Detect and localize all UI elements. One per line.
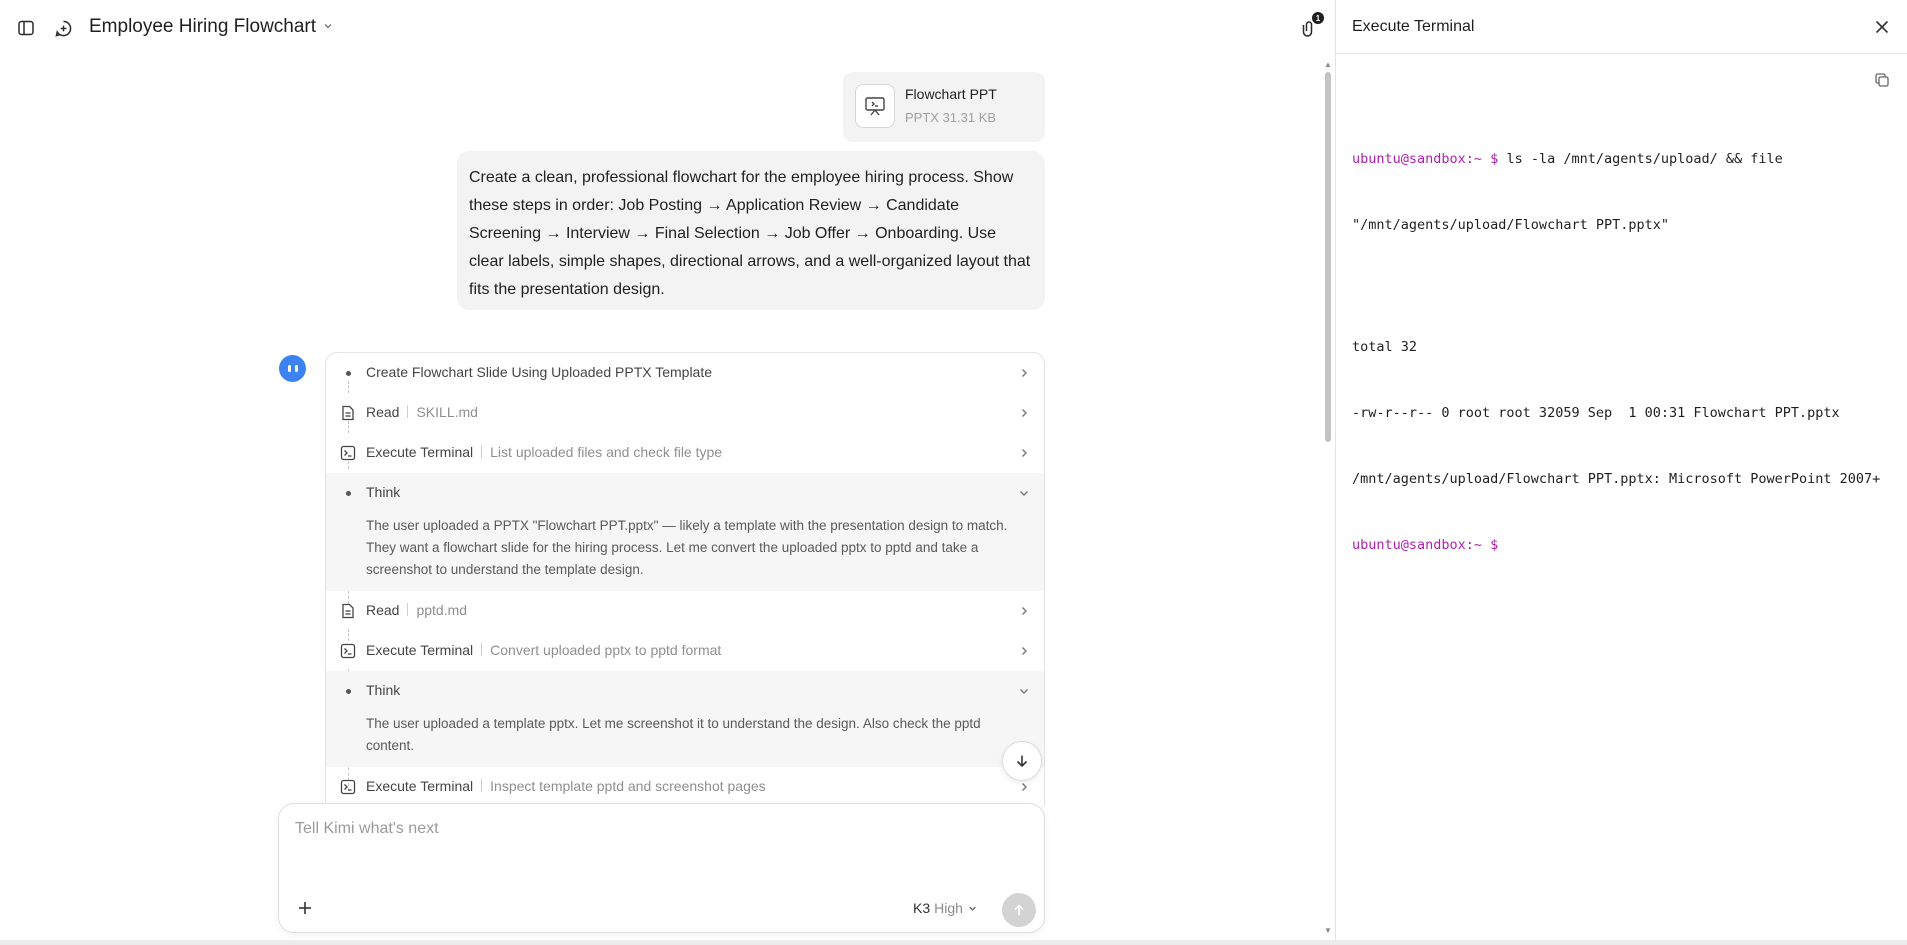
- top-bar: Employee Hiring Flowchart 1: [0, 0, 1335, 56]
- terminal-panel: Execute Terminal ubuntu@sandbox:~ $ ls -…: [1336, 0, 1907, 940]
- attachment-name: Flowchart PPT: [905, 86, 997, 102]
- step-label: Execute Terminal Inspect template pptd an…: [366, 778, 766, 794]
- chevron-right-icon: [1016, 603, 1032, 619]
- window-bottom-edge: [0, 940, 1907, 945]
- terminal-output: ubuntu@sandbox:~ $ ls -la /mnt/agents/up…: [1352, 104, 1892, 600]
- scroll-up-arrow-icon[interactable]: ▲: [1323, 60, 1333, 70]
- model-name: K3: [913, 900, 931, 916]
- terminal-icon: [340, 779, 356, 795]
- app-window: Employee Hiring Flowchart 1 Flowchart PP…: [0, 0, 1907, 940]
- attachment-card[interactable]: Flowchart PPT PPTX 31.31 KB: [843, 72, 1045, 142]
- terminal-output-line: total 32: [1352, 339, 1418, 355]
- step-label: Think: [366, 682, 401, 698]
- arrow-up-icon: [1014, 904, 1024, 916]
- think-text: The user uploaded a PPTX "Flowchart PPT.…: [366, 518, 1008, 577]
- step-item[interactable]: Execute Terminal Inspect template pptd an…: [326, 767, 1044, 806]
- chat-pane: Employee Hiring Flowchart 1 Flowchart PP…: [0, 0, 1335, 940]
- scroll-down-arrow-icon[interactable]: ▼: [1323, 926, 1333, 936]
- copy-icon: [1875, 73, 1889, 87]
- arrow-down-icon: [1016, 755, 1028, 768]
- think-step-expanded[interactable]: Think The user uploaded a PPTX "Flowchar…: [326, 473, 1044, 591]
- chevron-right-icon: [1016, 365, 1032, 381]
- terminal-output-line: -rw-r--r-- 0 root root 32059 Sep 1 00:31…: [1352, 405, 1840, 421]
- think-step-expanded[interactable]: Think The user uploaded a template pptx.…: [326, 671, 1044, 767]
- step-item[interactable]: Create Flowchart Slide Using Uploaded PP…: [326, 353, 1044, 393]
- terminal-command-continuation: "/mnt/agents/upload/Flowchart PPT.pptx": [1352, 217, 1669, 233]
- add-attachment-button[interactable]: [293, 896, 317, 920]
- plus-icon: [299, 902, 311, 914]
- attachment-meta: PPTX 31.31 KB: [905, 110, 997, 125]
- send-button[interactable]: [1002, 893, 1036, 927]
- terminal-icon: [340, 643, 356, 659]
- step-label: Read pptd.md: [366, 602, 468, 618]
- model-mode: High: [934, 900, 963, 916]
- file-icon: [340, 603, 356, 619]
- terminal-output-line: /mnt/agents/upload/Flowchart PPT.pptx: M…: [1352, 471, 1881, 487]
- think-text: The user uploaded a template pptx. Let m…: [366, 716, 981, 753]
- step-item[interactable]: Execute Terminal Convert uploaded pptx to…: [326, 631, 1044, 671]
- scroll-to-bottom-button[interactable]: [1002, 741, 1042, 781]
- chevron-right-icon: [1016, 445, 1032, 461]
- step-label: Execute Terminal List uploaded files and …: [366, 444, 723, 460]
- chevron-right-icon: [1016, 643, 1032, 659]
- step-item[interactable]: Read pptd.md: [326, 591, 1044, 631]
- user-message: Create a clean, professional flowchart f…: [457, 151, 1045, 310]
- step-item[interactable]: Read SKILL.md: [326, 393, 1044, 433]
- copy-output-button[interactable]: [1872, 70, 1892, 90]
- chevron-down-icon: [322, 16, 334, 38]
- chat-title[interactable]: Employee Hiring Flowchart: [89, 16, 334, 38]
- step-label: Create Flowchart Slide Using Uploaded PP…: [366, 364, 713, 380]
- terminal-final-prompt: ubuntu@sandbox:~ $: [1352, 537, 1499, 553]
- model-selector[interactable]: K3 High: [913, 900, 978, 916]
- terminal-panel-title: Execute Terminal: [1352, 18, 1475, 35]
- terminal-panel-header: Execute Terminal: [1336, 0, 1907, 54]
- file-icon: [340, 405, 356, 421]
- presentation-file-icon: [855, 84, 895, 128]
- bullet-icon: [340, 683, 356, 699]
- sidebar-toggle-icon[interactable]: [12, 14, 40, 42]
- new-chat-icon[interactable]: [49, 14, 77, 42]
- step-label: Execute Terminal Convert uploaded pptx to…: [366, 642, 722, 658]
- chevron-down-icon: [1016, 683, 1032, 699]
- attachment-count-badge: 1: [1312, 12, 1324, 24]
- terminal-command-line: ubuntu@sandbox:~ $ ls -la /mnt/agents/up…: [1352, 151, 1783, 167]
- chevron-right-icon: [1016, 779, 1032, 795]
- bullet-icon: [340, 365, 356, 381]
- message-composer: K3 High: [278, 803, 1045, 933]
- step-label: Think: [366, 484, 401, 500]
- chevron-right-icon: [1016, 405, 1032, 421]
- close-icon: [1875, 20, 1889, 34]
- chevron-down-icon: [969, 906, 976, 911]
- chevron-down-icon: [1016, 485, 1032, 501]
- terminal-icon: [340, 445, 356, 461]
- message-input[interactable]: [295, 820, 1015, 838]
- chat-title-text: Employee Hiring Flowchart: [89, 16, 317, 37]
- chat-scrollbar-thumb[interactable]: [1325, 72, 1331, 442]
- step-label: Read SKILL.md: [366, 404, 478, 420]
- step-item[interactable]: Execute Terminal List uploaded files and …: [326, 433, 1044, 473]
- kimi-avatar: [279, 355, 306, 382]
- bullet-icon: [340, 485, 356, 501]
- close-panel-button[interactable]: [1872, 17, 1892, 37]
- agent-steps-card: Create Flowchart Slide Using Uploaded PP…: [325, 352, 1045, 806]
